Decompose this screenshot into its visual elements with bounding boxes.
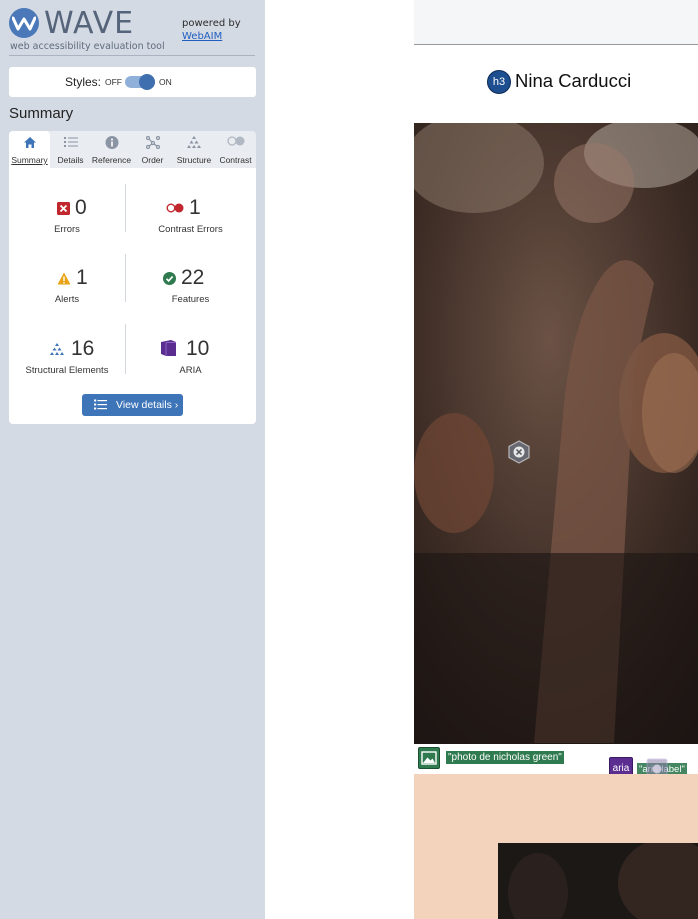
contrast-errors-stat[interactable]: 1 Contrast Errors (125, 196, 256, 235)
aria-label: ARIA (179, 365, 202, 376)
structure-icon (50, 343, 64, 355)
errors-label: Errors (54, 224, 80, 235)
contrast-error-icon (166, 203, 184, 213)
tab-details-label: Details (57, 155, 84, 165)
toggle-off-label: OFF (105, 77, 122, 87)
portrait-photo (498, 843, 698, 919)
toggle-on-label: ON (159, 77, 172, 87)
image-alt-icon[interactable] (418, 747, 440, 769)
contrast-errors-label: Contrast Errors (158, 224, 223, 235)
aria-stat[interactable]: 10 ARIA (125, 337, 256, 376)
summary-heading: Summary (9, 105, 74, 122)
page-header-bar (414, 0, 698, 45)
alerts-label: Alerts (54, 294, 80, 305)
tab-reference-label: Reference (91, 155, 132, 165)
view-details-label: View details › (116, 399, 179, 411)
webaim-link[interactable]: WebAIM (182, 31, 222, 42)
styles-toggle-box: Styles: OFF ON (9, 67, 256, 97)
wave-tagline: web accessibility evaluation tool (10, 41, 165, 52)
alert-icon (57, 272, 71, 285)
wave-logo-icon[interactable] (9, 8, 39, 38)
home-icon (23, 137, 36, 148)
portrait-illustration (498, 843, 698, 919)
tab-summary-label: Summary (11, 155, 48, 165)
tab-structure-label: Structure (176, 155, 212, 165)
tab-order-label: Order (141, 155, 164, 165)
styles-label: Styles: (65, 75, 102, 89)
tab-details[interactable]: Details (50, 131, 91, 168)
info-icon (105, 136, 118, 149)
contrast-icon (226, 136, 244, 146)
wave-logo-text: WAVE (44, 6, 135, 41)
aria-count: 10 (186, 337, 210, 360)
photo-illustration (414, 123, 698, 744)
order-icon (145, 136, 160, 149)
alt-text-label: "photo de nicholas green" (446, 751, 564, 764)
styles-toggle-knob[interactable] (139, 74, 155, 90)
powered-by-label: powered by (182, 18, 241, 29)
tab-summary[interactable]: Summary (9, 131, 50, 168)
tab-order[interactable]: Order (132, 131, 173, 168)
list-icon (63, 137, 78, 147)
contrast-errors-count: 1 (189, 196, 201, 219)
wave-brand: WAVE web accessibility evaluation tool p… (9, 6, 255, 56)
alerts-stat[interactable]: 1 Alerts (9, 266, 125, 305)
tab-contrast-label: Contrast (219, 155, 252, 165)
structural-label: Structural Elements (25, 365, 109, 376)
error-icon (57, 202, 70, 215)
feature-check-icon (163, 272, 176, 285)
tab-structure[interactable]: Structure (173, 131, 215, 168)
view-details-button[interactable]: View details › (82, 394, 183, 416)
wave-sidebar: WAVE web accessibility evaluation tool p… (0, 0, 265, 919)
tab-contrast[interactable]: Contrast (215, 131, 256, 168)
evaluated-page: h3 Nina Carducci "photo de nicholas gree… (265, 0, 698, 919)
structure-icon (187, 136, 201, 148)
features-count: 22 (181, 266, 205, 289)
errors-stat[interactable]: 0 Errors (9, 196, 125, 235)
alerts-count: 1 (76, 266, 88, 289)
errors-count: 0 (75, 196, 87, 219)
features-label: Features (171, 294, 210, 305)
summary-panel: 0 Errors 1 Contrast Errors 1 Alerts 22 F… (9, 168, 256, 424)
wave-tabs: Summary Details Reference Order Structur… (9, 131, 256, 168)
error-marker-icon[interactable] (507, 440, 531, 464)
concert-crowd-photo (414, 123, 698, 744)
features-stat[interactable]: 22 Features (125, 266, 256, 305)
h3-heading-badge[interactable]: h3 (487, 70, 511, 94)
page-title: Nina Carducci (515, 70, 632, 91)
list-icon (94, 399, 107, 410)
structural-stat[interactable]: 16 Structural Elements (9, 337, 125, 376)
tab-reference[interactable]: Reference (91, 131, 132, 168)
aria-icon (161, 340, 176, 356)
structural-count: 16 (71, 337, 95, 360)
